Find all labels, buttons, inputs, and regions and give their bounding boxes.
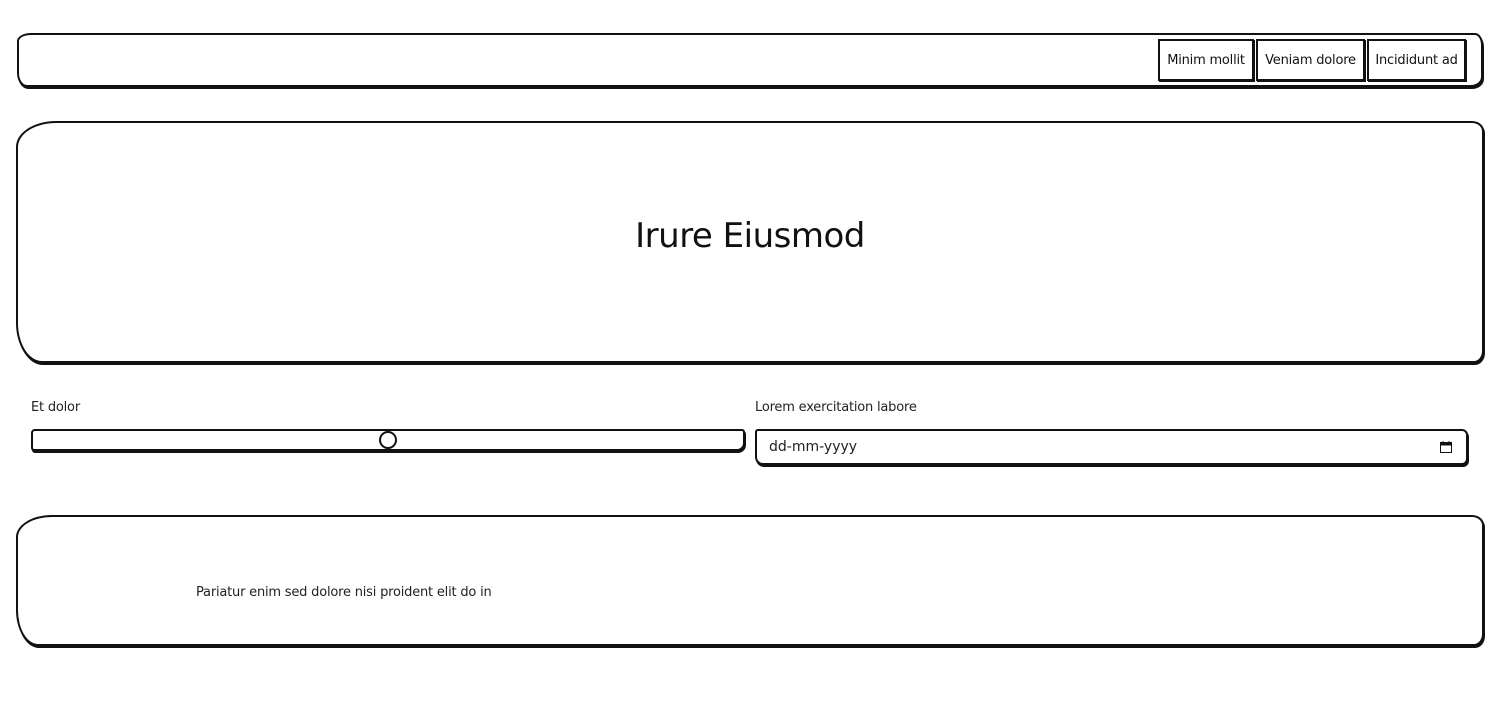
top-nav-bar: Minim mollit Veniam dolore Incididunt ad	[17, 33, 1483, 87]
date-label: Lorem exercitation labore	[755, 400, 917, 415]
slider-label: Et dolor	[31, 400, 80, 415]
hero-section: Irure Eiusmod	[16, 121, 1484, 363]
slider-thumb[interactable]	[379, 431, 397, 449]
content-card: Pariatur enim sed dolore nisi proident e…	[16, 515, 1484, 646]
nav-button-veniam-dolore[interactable]: Veniam dolore	[1256, 39, 1365, 81]
nav-button-incididunt-ad[interactable]: Incididunt ad	[1367, 39, 1466, 81]
range-slider[interactable]	[31, 429, 745, 451]
date-placeholder: dd-mm-yyyy	[769, 439, 858, 455]
hero-title: Irure Eiusmod	[635, 216, 865, 256]
nav-button-minim-mollit[interactable]: Minim mollit	[1158, 39, 1254, 81]
content-text: Pariatur enim sed dolore nisi proident e…	[196, 585, 492, 600]
calendar-icon[interactable]	[1440, 441, 1452, 453]
date-input[interactable]: dd-mm-yyyy	[755, 429, 1468, 465]
